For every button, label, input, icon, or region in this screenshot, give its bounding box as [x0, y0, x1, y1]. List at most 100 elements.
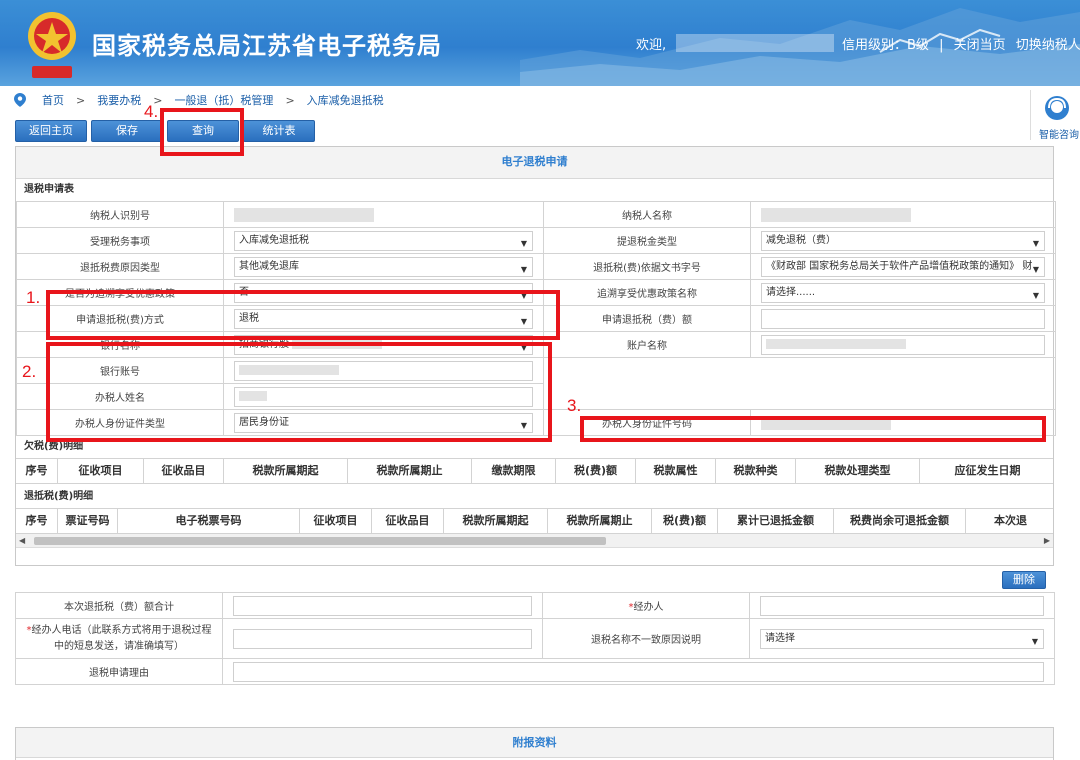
delete-button[interactable]: 删除: [1002, 571, 1046, 589]
owed-col: 税款种类: [716, 459, 796, 483]
owed-col: 应征发生日期: [954, 464, 1021, 477]
owed-col: 税款所属期起: [224, 459, 348, 483]
scrollbar-thumb[interactable]: [34, 537, 606, 545]
close-page-link[interactable]: 关闭当页: [954, 38, 1006, 53]
site-title: 国家税务总局江苏省电子税务局: [92, 32, 442, 60]
section-label: 退税申请表: [24, 184, 74, 195]
breadcrumb-tax-service[interactable]: 我要办税: [97, 92, 141, 108]
scroll-left-icon[interactable]: ◀: [19, 534, 25, 548]
bank-account-redacted: [239, 364, 339, 375]
mismatch-reason-select[interactable]: 请选择: [760, 628, 1044, 649]
refund-reason-label: 退税申请理由: [15, 658, 223, 685]
refund-col: 税费尚余可退抵金额: [834, 509, 966, 533]
refund-detail-header: 序号 票证号码 电子税票号码 征收项目 征收品目 税款所属期起 税款所属期止 税…: [16, 508, 1053, 534]
handler-name-label: 办税人姓名: [16, 383, 224, 410]
refund-reason-input[interactable]: [233, 661, 1044, 682]
refund-col: 累计已退抵金额: [718, 509, 834, 533]
tax-item-select[interactable]: 入库减免退抵税: [234, 230, 533, 251]
empty-cell: [543, 383, 1056, 410]
horizontal-scrollbar[interactable]: ◀ ▶: [16, 534, 1053, 548]
phone-input[interactable]: [233, 628, 532, 649]
query-button[interactable]: 查询: [167, 120, 239, 142]
refund-col: 征收品目: [372, 509, 444, 533]
taxpayer-name-redacted: [761, 207, 911, 222]
bank-account-label: 银行账号: [16, 357, 224, 384]
handler-input[interactable]: [760, 595, 1044, 616]
refund-col: 电子税票号码: [118, 509, 300, 533]
refund-amount-label: 申请退抵税（费）额: [543, 305, 751, 332]
tax-item-label: 受理税务事项: [16, 227, 224, 254]
annotation-label-2: 2.: [22, 362, 37, 381]
welcome-text: 欢迎,: [636, 38, 667, 53]
reason-type-select[interactable]: 其他减免退库: [234, 256, 533, 277]
attachments-panel: 附报资料: [15, 727, 1054, 760]
retroactive-policy-select[interactable]: 请选择......: [761, 282, 1045, 303]
retroactive-policy-label: 追溯享受优惠政策名称: [543, 279, 751, 306]
document-no-select[interactable]: 《财政部 国家税务总局关于软件产品增值税政策的通知》 财: [761, 256, 1045, 277]
header-links: 信用级别：B级 | 关闭当页 切换纳税人: [842, 34, 1080, 53]
panel-title: 电子退税申请: [16, 147, 1053, 179]
smart-consult-widget[interactable]: 智能咨询: [1030, 90, 1080, 141]
handler-label: 经办人: [633, 602, 664, 613]
retroactive-label: 是否为追溯享受优惠政策: [16, 279, 224, 306]
annotation-label-3: 3.: [567, 396, 582, 415]
back-home-button[interactable]: 返回主页: [15, 120, 87, 142]
total-refund-input[interactable]: [233, 595, 532, 616]
retroactive-select[interactable]: 否: [234, 282, 533, 303]
summary-table: 本次退抵税（费）额合计 *经办人 *经办人电话（此联系方式将用于退税过程中的短息…: [15, 592, 1055, 685]
summary-panel: 本次退抵税（费）额合计 *经办人 *经办人电话（此联系方式将用于退税过程中的短息…: [15, 592, 1055, 685]
site-header: 国家税务总局江苏省电子税务局 欢迎, 信用级别：B级 | 关闭当页 切换纳税人: [0, 0, 1080, 86]
taxpayer-id-label: 纳税人识别号: [16, 201, 224, 228]
owed-col: 征收品目: [144, 459, 224, 483]
statistics-button[interactable]: 统计表: [243, 120, 315, 142]
owed-col: 税(费)额: [556, 459, 636, 483]
account-name-redacted: [766, 338, 906, 349]
switch-taxpayer-link[interactable]: 切换纳税人: [1016, 38, 1080, 53]
refund-amount-input[interactable]: [761, 308, 1045, 329]
location-pin-icon: [14, 93, 26, 107]
reason-type-label: 退抵税费原因类型: [16, 253, 224, 280]
refund-col: 税(费)额: [652, 509, 718, 533]
id-number-redacted: [761, 415, 891, 430]
owed-col: 税款属性: [636, 459, 716, 483]
breadcrumb-refund-management[interactable]: 一般退（抵）税管理: [174, 92, 273, 108]
empty-cell: [543, 357, 1056, 384]
annotation-label-1: 1.: [26, 288, 41, 307]
customer-service-icon: [1045, 96, 1069, 120]
smart-consult-label: 智能咨询: [1039, 130, 1079, 141]
document-no-label: 退抵税(费)依据文书字号: [543, 253, 751, 280]
save-button[interactable]: 保存: [91, 120, 163, 142]
owed-col: 缴款期限: [472, 459, 556, 483]
refund-method-label: 申请退抵税(费)方式: [16, 305, 224, 332]
taxpayer-id-redacted: [234, 207, 374, 222]
breadcrumb-home[interactable]: 首页: [42, 92, 64, 108]
bank-name-redacted: [292, 338, 383, 349]
owed-col: 序号: [16, 459, 58, 483]
handler-name-input[interactable]: [234, 386, 533, 407]
bank-name-value: 招商银行股: [239, 338, 289, 350]
breadcrumb: 首页 > 我要办税 > 一般退（抵）税管理 > 入库减免退抵税: [14, 92, 384, 108]
refund-method-select[interactable]: 退税: [234, 308, 533, 329]
id-type-select[interactable]: 居民身份证: [234, 412, 533, 433]
bank-account-input[interactable]: [234, 360, 533, 381]
mismatch-reason-label: 退税名称不一致原因说明: [542, 618, 750, 659]
refund-col: 税款所属期止: [548, 509, 652, 533]
refund-col: 本次退: [994, 514, 1027, 527]
owed-tax-header: 序号 征收项目 征收品目 税款所属期起 税款所属期止 缴款期限 税(费)额 税款…: [16, 458, 1053, 484]
breadcrumb-current[interactable]: 入库减免退抵税: [307, 92, 384, 108]
phone-label-cell: *经办人电话（此联系方式将用于退税过程中的短息发送，请准确填写）: [15, 618, 223, 659]
refund-col: 征收项目: [300, 509, 372, 533]
taxpayer-name-label: 纳税人名称: [543, 201, 751, 228]
owed-col: 税款处理类型: [796, 459, 920, 483]
attachments-title: 附报资料: [16, 728, 1053, 758]
handler-label-cell: *经办人: [542, 592, 750, 619]
refund-type-select[interactable]: 减免退税（费）: [761, 230, 1045, 251]
credit-level: 信用级别：B级: [842, 38, 929, 53]
breadcrumb-separator: >: [76, 93, 86, 107]
id-type-label: 办税人身份证件类型: [16, 409, 224, 436]
bank-name-select[interactable]: 招商银行股: [234, 334, 533, 355]
username-redacted: [676, 34, 834, 52]
account-name-input[interactable]: [761, 334, 1045, 355]
scroll-right-icon[interactable]: ▶: [1044, 534, 1050, 548]
refund-application-panel: 电子退税申请 退税申请表 纳税人识别号 纳税人名称 受理税务事项 入库减免退抵税…: [15, 146, 1056, 566]
